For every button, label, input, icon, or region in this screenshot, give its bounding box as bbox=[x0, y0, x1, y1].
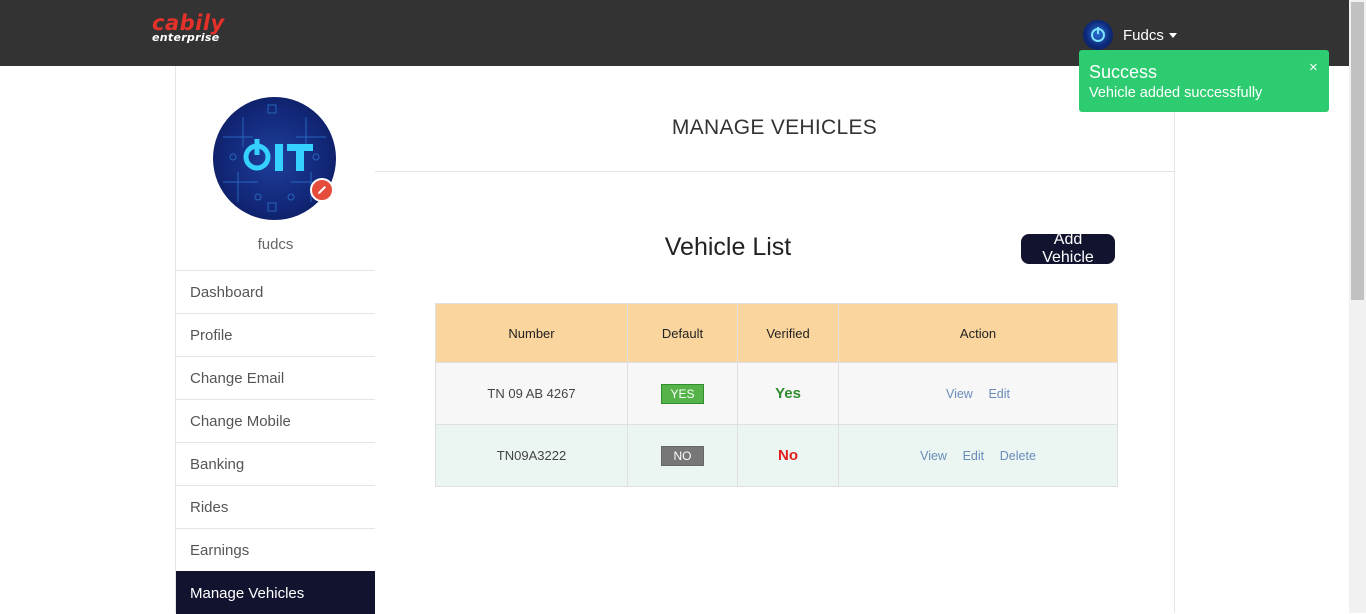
close-icon[interactable]: × bbox=[1309, 60, 1318, 76]
default-badge: YES bbox=[661, 383, 704, 404]
iot-image-icon bbox=[223, 104, 326, 212]
table-row: TN09A3222 NO No View Edit Delete bbox=[435, 424, 1118, 487]
vehicle-number: TN 09 AB 4267 bbox=[435, 362, 628, 425]
sidebar-item-manage-vehicles[interactable]: Manage Vehicles bbox=[176, 571, 375, 614]
scrollbar-thumb[interactable] bbox=[1351, 2, 1364, 300]
sidebar-item-earnings[interactable]: Earnings bbox=[176, 528, 375, 571]
sidebar-item-dashboard[interactable]: Dashboard bbox=[176, 270, 375, 313]
toast-title: Success bbox=[1089, 62, 1158, 82]
column-header-default: Default bbox=[627, 303, 738, 363]
table-row: TN 09 AB 4267 YES Yes View Edit bbox=[435, 362, 1118, 425]
column-header-verified: Verified bbox=[737, 303, 839, 363]
pencil-icon bbox=[318, 186, 326, 194]
profile-picture bbox=[213, 97, 336, 220]
user-avatar bbox=[1083, 20, 1113, 50]
sidebar-username: fudcs bbox=[257, 236, 294, 253]
brand-logo[interactable]: cabily enterprise bbox=[152, 12, 242, 48]
edit-link[interactable]: Edit bbox=[963, 449, 985, 463]
view-link[interactable]: View bbox=[920, 449, 947, 463]
edit-picture-button[interactable] bbox=[310, 178, 334, 202]
page-scrollbar[interactable] bbox=[1349, 0, 1366, 613]
sidebar: fudcs Dashboard Profile Change Email Cha… bbox=[175, 66, 376, 614]
iot-avatar-icon bbox=[1091, 27, 1105, 42]
sidebar-menu: Dashboard Profile Change Email Change Mo… bbox=[176, 270, 375, 614]
section-title: Vehicle List bbox=[664, 233, 792, 261]
verified-status: Yes bbox=[775, 385, 801, 402]
sidebar-item-change-mobile[interactable]: Change Mobile bbox=[176, 399, 375, 442]
vehicle-number: TN09A3222 bbox=[435, 424, 628, 487]
vehicle-table: Number Default Verified Action TN 09 AB … bbox=[435, 303, 1118, 487]
user-menu-dropdown[interactable]: Fudcs bbox=[1083, 20, 1177, 50]
verified-cell: No bbox=[737, 424, 839, 487]
verified-status: No bbox=[778, 447, 798, 464]
table-header-row: Number Default Verified Action bbox=[435, 303, 1118, 363]
default-cell: YES bbox=[627, 362, 738, 425]
brand-subtitle: enterprise bbox=[152, 31, 220, 44]
main-content: MANAGE VEHICLES Vehicle List Add Vehicle… bbox=[375, 66, 1175, 613]
delete-link[interactable]: Delete bbox=[1000, 449, 1036, 463]
caret-down-icon bbox=[1168, 32, 1177, 38]
toast-message: Vehicle added successfully bbox=[1089, 85, 1263, 101]
default-cell: NO bbox=[627, 424, 738, 487]
edit-link[interactable]: Edit bbox=[988, 387, 1010, 401]
column-header-number: Number bbox=[435, 303, 628, 363]
sidebar-item-profile[interactable]: Profile bbox=[176, 313, 375, 356]
divider bbox=[375, 171, 1174, 172]
sidebar-item-rides[interactable]: Rides bbox=[176, 485, 375, 528]
action-cell: View Edit Delete bbox=[838, 424, 1118, 487]
verified-cell: Yes bbox=[737, 362, 839, 425]
sidebar-item-change-email[interactable]: Change Email bbox=[176, 356, 375, 399]
user-name: Fudcs bbox=[1123, 26, 1164, 44]
sidebar-item-banking[interactable]: Banking bbox=[176, 442, 375, 485]
success-toast: Success Vehicle added successfully × bbox=[1079, 50, 1329, 112]
view-link[interactable]: View bbox=[946, 387, 973, 401]
add-vehicle-button[interactable]: Add Vehicle bbox=[1021, 231, 1115, 266]
action-cell: View Edit bbox=[838, 362, 1118, 425]
column-header-action: Action bbox=[838, 303, 1118, 363]
default-badge: NO bbox=[661, 445, 704, 466]
page-title: MANAGE VEHICLES bbox=[671, 116, 878, 139]
